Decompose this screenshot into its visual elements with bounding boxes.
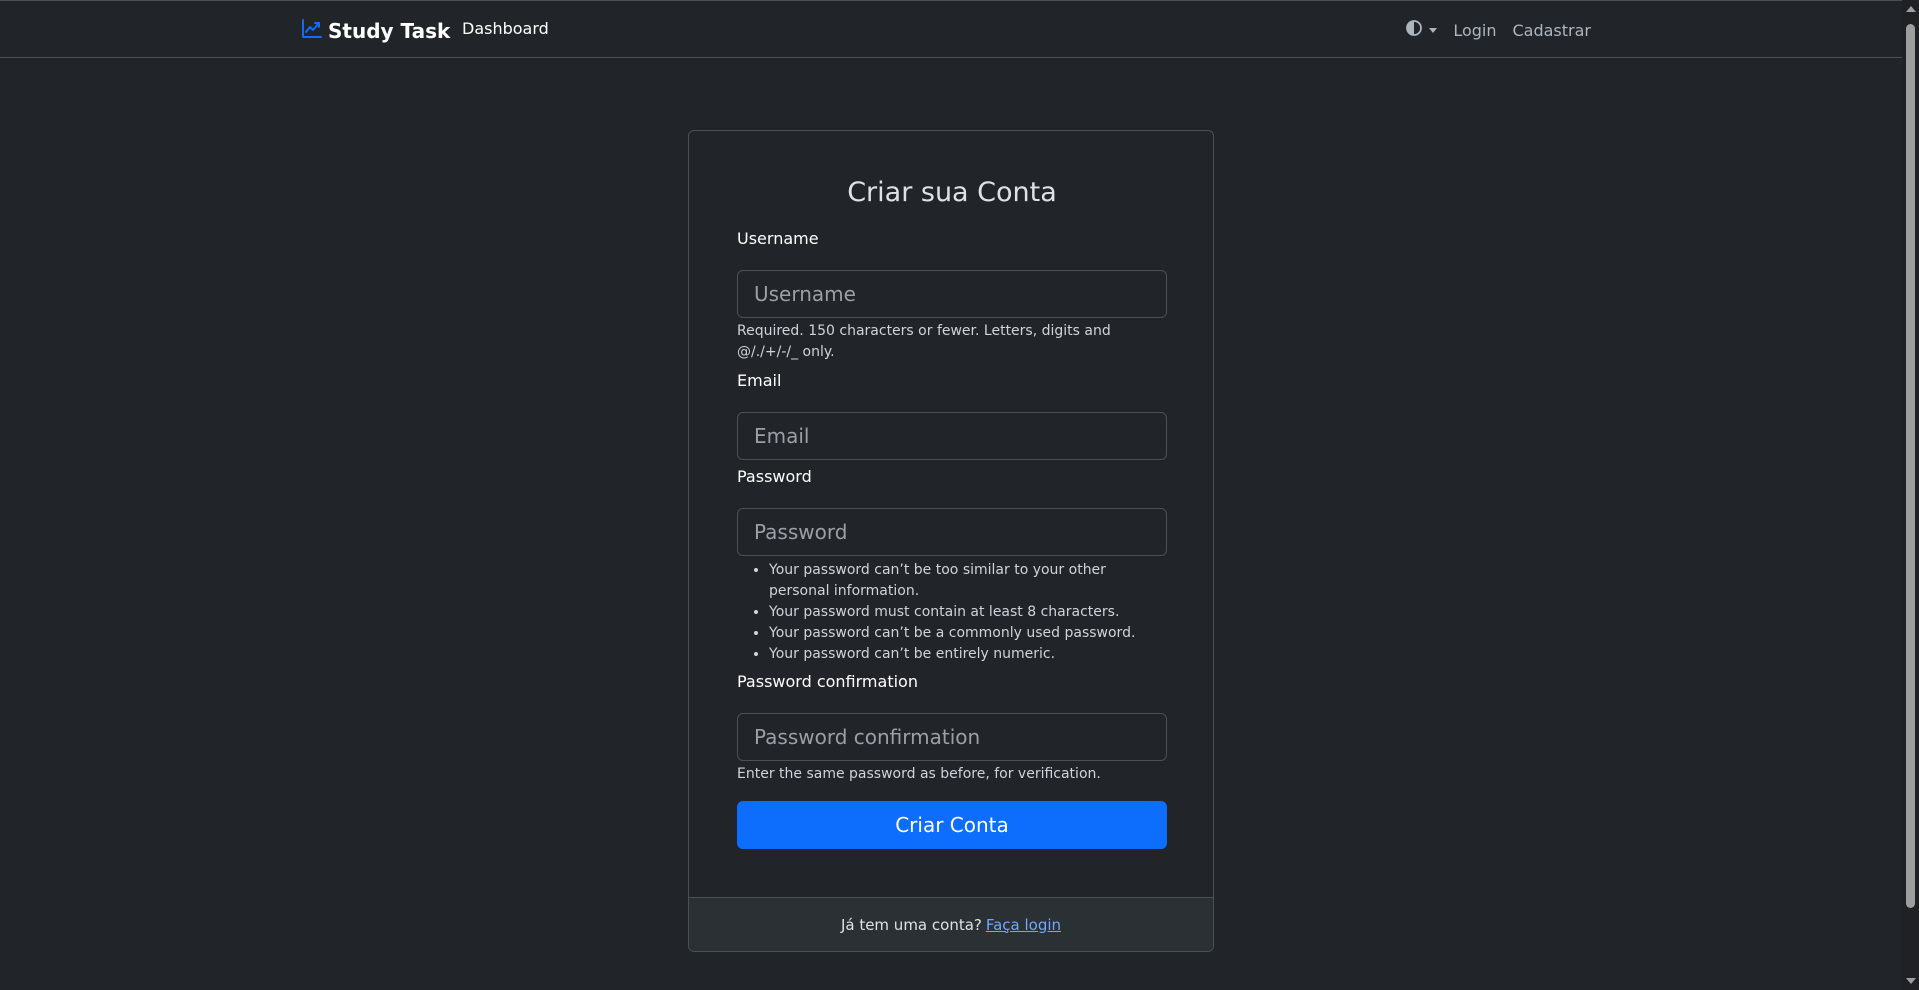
password-rule-item: Your password can’t be a commonly used p… (769, 623, 1167, 644)
card-footer: Já tem uma conta? Faça login (689, 897, 1213, 951)
contrast-icon (1405, 19, 1423, 41)
chevron-down-icon (1429, 27, 1438, 33)
scroll-down-arrow-icon[interactable] (1906, 978, 1916, 984)
brand-link[interactable]: Study Task (301, 17, 450, 44)
footer-question: Já tem uma conta? (840, 915, 982, 934)
password-label: Password (737, 467, 812, 486)
password-field[interactable] (737, 508, 1167, 556)
password-rule-item: Your password can’t be entirely numeric. (769, 644, 1167, 665)
top-navbar: Study Task Dashboard Login Cadastrar (0, 0, 1902, 58)
password-rules-list: Your password can’t be too similar to yo… (737, 560, 1167, 665)
scrollbar-thumb[interactable] (1906, 24, 1915, 908)
password-rule-item: Your password must contain at least 8 ch… (769, 602, 1167, 623)
page-title: Criar sua Conta (847, 177, 1057, 208)
email-field[interactable] (737, 412, 1167, 460)
chart-line-icon (301, 17, 323, 44)
email-label: Email (737, 371, 782, 390)
password-rule-item: Your password can’t be too similar to yo… (769, 560, 1167, 602)
nav-dashboard-link[interactable]: Dashboard (462, 19, 549, 38)
theme-toggle-dropdown[interactable] (1405, 19, 1438, 41)
nav-register-link[interactable]: Cadastrar (1512, 21, 1591, 40)
nav-login-link[interactable]: Login (1453, 21, 1496, 40)
create-account-button[interactable]: Criar Conta (737, 801, 1167, 849)
brand-name: Study Task (328, 18, 451, 43)
username-label: Username (737, 229, 819, 248)
username-help-text: Required. 150 characters or fewer. Lette… (737, 323, 1111, 360)
page-scrollbar[interactable] (1902, 0, 1919, 990)
nav-right-group: Login Cadastrar (1405, 19, 1591, 41)
username-field[interactable] (737, 270, 1167, 318)
password-confirmation-help-text: Enter the same password as before, for v… (737, 766, 1101, 782)
signup-card: Criar sua Conta Username Required. 150 c… (688, 130, 1214, 952)
scroll-up-arrow-icon[interactable] (1906, 6, 1916, 12)
password-confirmation-field[interactable] (737, 713, 1167, 761)
password-confirmation-label: Password confirmation (737, 672, 918, 691)
login-link[interactable]: Faça login (986, 916, 1061, 934)
